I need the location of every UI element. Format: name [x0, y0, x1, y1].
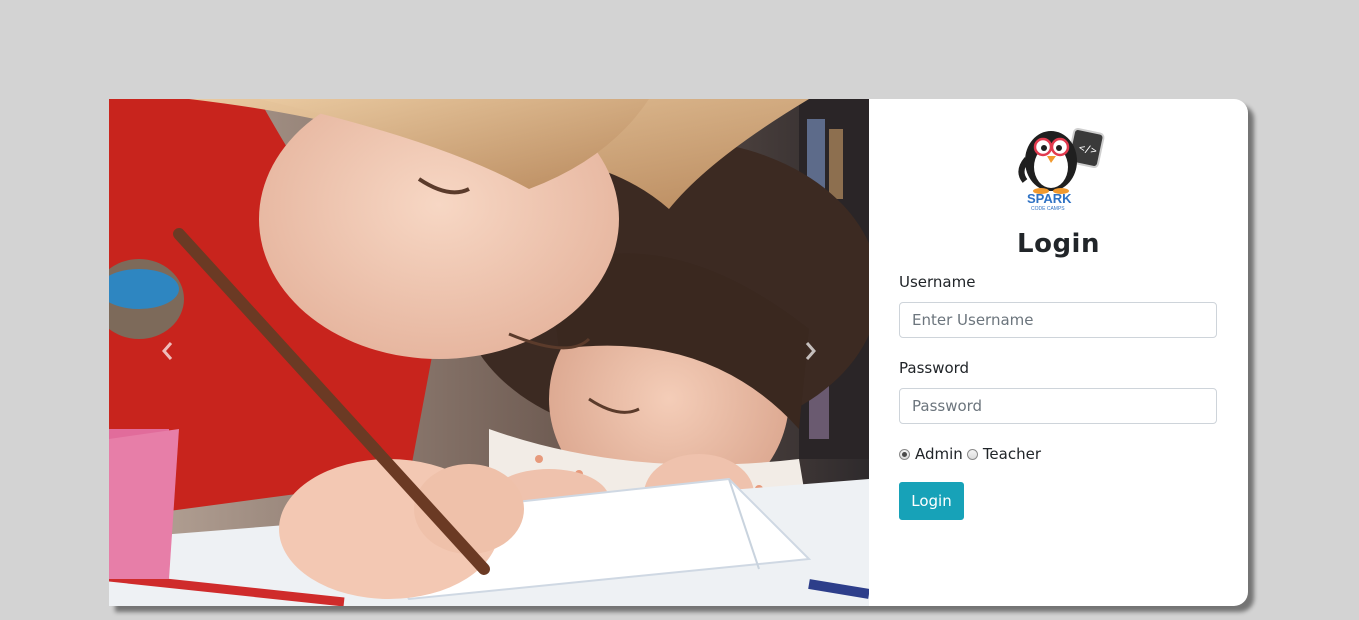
login-button[interactable]: Login	[899, 482, 964, 520]
password-label: Password	[899, 359, 970, 377]
carousel-photo	[109, 99, 869, 606]
logo-text: SPARK	[1027, 191, 1072, 206]
teacher-radio-label[interactable]: Teacher	[983, 445, 1041, 463]
login-card: </> SPARK CODE CAMPS Login Username Pass…	[109, 99, 1248, 606]
chevron-left-icon	[162, 342, 173, 360]
password-input[interactable]	[899, 388, 1217, 424]
username-label: Username	[899, 273, 976, 291]
penguin-logo-icon: </> SPARK CODE CAMPS	[1018, 127, 1105, 212]
logo-subtext: CODE CAMPS	[1031, 206, 1065, 212]
teacher-radio[interactable]	[966, 448, 978, 460]
carousel-prev-button[interactable]	[147, 329, 187, 373]
login-title: Login	[1017, 229, 1100, 259]
chevron-right-icon	[805, 342, 816, 360]
admin-radio[interactable]	[899, 448, 910, 460]
image-carousel	[109, 99, 869, 606]
admin-radio-label[interactable]: Admin	[915, 445, 963, 463]
carousel-next-button[interactable]	[791, 329, 831, 373]
username-input[interactable]	[899, 302, 1217, 338]
login-panel: </> SPARK CODE CAMPS Login Username Pass…	[869, 99, 1248, 606]
role-selector: Admin Teacher	[899, 445, 1045, 463]
